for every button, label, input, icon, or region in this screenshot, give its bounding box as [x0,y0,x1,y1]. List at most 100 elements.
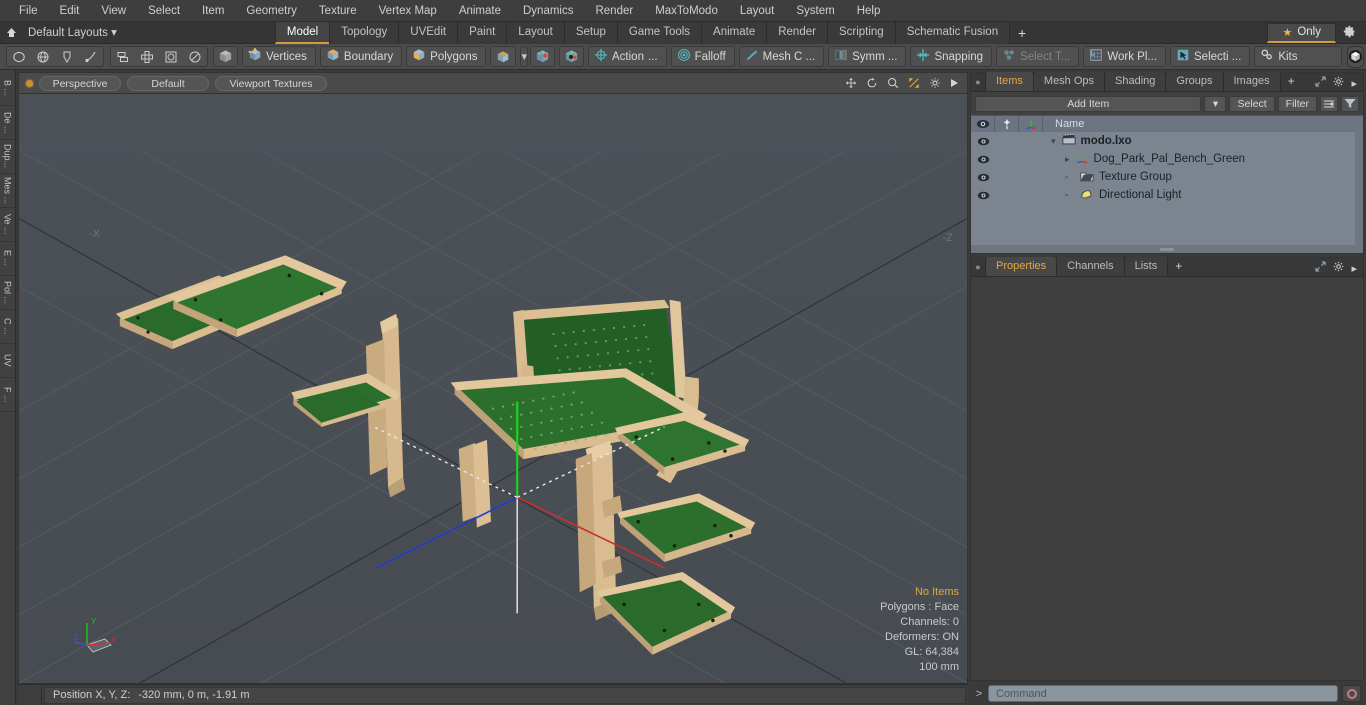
default-layouts-dropdown[interactable]: Default Layouts ▾ [22,22,127,44]
add-item-button[interactable]: Add Item [975,95,1202,112]
command-input[interactable]: Command [988,685,1338,702]
snapping-button[interactable]: Snapping [910,46,993,67]
menu-item-file[interactable]: File [8,0,49,22]
table-row[interactable]: ▾ modo.lxo [1043,132,1355,150]
table-row[interactable]: ▪ Texture Group [1043,168,1355,186]
only-toggle-button[interactable]: ★ Only [1267,22,1336,43]
kits-button[interactable]: Kits [1254,46,1343,67]
play-icon[interactable] [950,78,959,88]
gear-icon[interactable] [1336,25,1362,41]
items-tree-scrollbar[interactable] [1355,132,1363,245]
filter-preset-icon[interactable] [1320,95,1338,112]
tab-groups[interactable]: Groups [1165,72,1224,91]
gear-icon[interactable] [1333,261,1345,275]
pen-icon[interactable] [55,47,79,66]
viewport-shading-dropdown[interactable]: Viewport Textures [215,75,327,91]
expander-right-icon[interactable]: ▸ [1065,154,1070,165]
funnel-icon[interactable] [1341,95,1359,112]
vtab-polygon[interactable]: Pol ... [0,276,15,310]
chevron-right-icon[interactable]: ▸ [1351,77,1357,90]
tab-topology[interactable]: Topology [329,21,400,44]
tab-channels[interactable]: Channels [1056,257,1125,276]
tab-render[interactable]: Render [766,21,828,44]
pick-through-icon[interactable] [530,46,555,67]
table-row[interactable]: ▪ Directional Light [1043,186,1355,204]
menu-item-view[interactable]: View [90,0,137,22]
select-button[interactable]: Select [1229,95,1275,112]
vtab-uv[interactable]: UV [0,344,15,378]
circle-icon[interactable] [7,47,31,66]
vtab-basic[interactable]: B ... [0,72,15,106]
add-tab-button[interactable]: + [1009,22,1035,44]
zoom-icon[interactable] [887,77,899,89]
menu-item-system[interactable]: System [785,0,845,22]
stop-record-icon[interactable] [1342,685,1361,702]
tab-layout[interactable]: Layout [506,21,565,44]
gear-icon[interactable] [1333,76,1345,90]
selection-set-button[interactable]: Selecti ... [1170,46,1251,67]
move-icon[interactable] [845,77,857,89]
add-icon[interactable] [135,47,159,66]
tab-paint[interactable]: Paint [457,21,508,44]
eye-icon[interactable] [971,115,995,133]
panel-grip-icon[interactable]: ● [971,72,985,91]
menu-item-help[interactable]: Help [846,0,892,22]
panel-grip-icon[interactable]: ● [971,257,985,276]
viewport-style-dropdown[interactable]: Default [127,75,209,91]
vtab-fusion[interactable]: F ... [0,378,15,412]
fit-icon[interactable] [908,77,920,89]
menu-item-select[interactable]: Select [137,0,191,22]
tab-game-tools[interactable]: Game Tools [616,21,703,44]
vtab-edge[interactable]: E ... [0,242,15,276]
axis-icon[interactable] [1019,115,1043,133]
row-visibility-toggle[interactable] [971,155,995,164]
add-properties-tab-button[interactable]: + [1167,257,1190,276]
tab-mesh-ops[interactable]: Mesh Ops [1032,72,1106,91]
3d-viewport[interactable]: -X -Z No Items Polygons : Face Channels:… [18,93,968,684]
pick-nearest-icon[interactable] [559,46,584,67]
falloff-button[interactable]: Falloff [670,46,735,67]
vtab-deform[interactable]: De ... [0,106,15,140]
expand-icon[interactable] [1315,76,1327,90]
shape-icon[interactable] [159,47,183,66]
work-plane-button[interactable]: Work Pl... [1083,46,1166,67]
menu-item-edit[interactable]: Edit [49,0,91,22]
item-cube-icon[interactable] [490,46,517,67]
tab-items[interactable]: Items [985,72,1034,91]
tab-setup[interactable]: Setup [563,21,618,44]
menu-item-texture[interactable]: Texture [308,0,368,22]
selection-mode-boundary[interactable]: Boundary [319,46,403,67]
rotate-icon[interactable] [866,77,878,89]
mirror-icon[interactable] [111,47,135,66]
expander-down-icon[interactable]: ▾ [1051,136,1056,147]
tab-schematic-fusion[interactable]: Schematic Fusion [894,21,1011,44]
selection-mode-polygons[interactable]: Polygons [406,46,487,67]
menu-item-maxtomodo[interactable]: MaxToModo [644,0,729,22]
filter-button[interactable]: Filter [1277,95,1317,112]
tab-images[interactable]: Images [1222,72,1281,91]
solid-cube-icon[interactable] [213,46,238,67]
table-row[interactable]: ▸ Dog_Park_Pal_Bench_Green [1043,150,1355,168]
menu-item-geometry[interactable]: Geometry [235,0,308,22]
action-center-button[interactable]: Action ... [588,46,667,67]
home-icon[interactable] [0,22,22,44]
menu-item-vertex-map[interactable]: Vertex Map [368,0,448,22]
expand-icon[interactable] [1315,261,1327,275]
vtab-curve[interactable]: C ... [0,310,15,344]
vtab-mesh[interactable]: Mes ... [0,174,15,208]
lock-icon[interactable] [995,115,1019,133]
gear-icon[interactable] [929,77,941,89]
tab-uvedit[interactable]: UVEdit [398,21,459,44]
menu-item-layout[interactable]: Layout [729,0,786,22]
ellipse-icon[interactable] [183,47,207,66]
mesh-constraint-button[interactable]: Mesh C ... [738,46,825,67]
menu-item-render[interactable]: Render [584,0,644,22]
menu-item-dynamics[interactable]: Dynamics [512,0,584,22]
menu-item-item[interactable]: Item [191,0,235,22]
row-visibility-toggle[interactable] [971,137,995,146]
viewport-camera-dropdown[interactable]: Perspective [39,75,121,91]
chevron-right-icon[interactable]: ▸ [1351,262,1357,275]
tab-scripting[interactable]: Scripting [826,21,896,44]
globe-icon[interactable] [31,47,55,66]
tab-lists[interactable]: Lists [1123,257,1169,276]
